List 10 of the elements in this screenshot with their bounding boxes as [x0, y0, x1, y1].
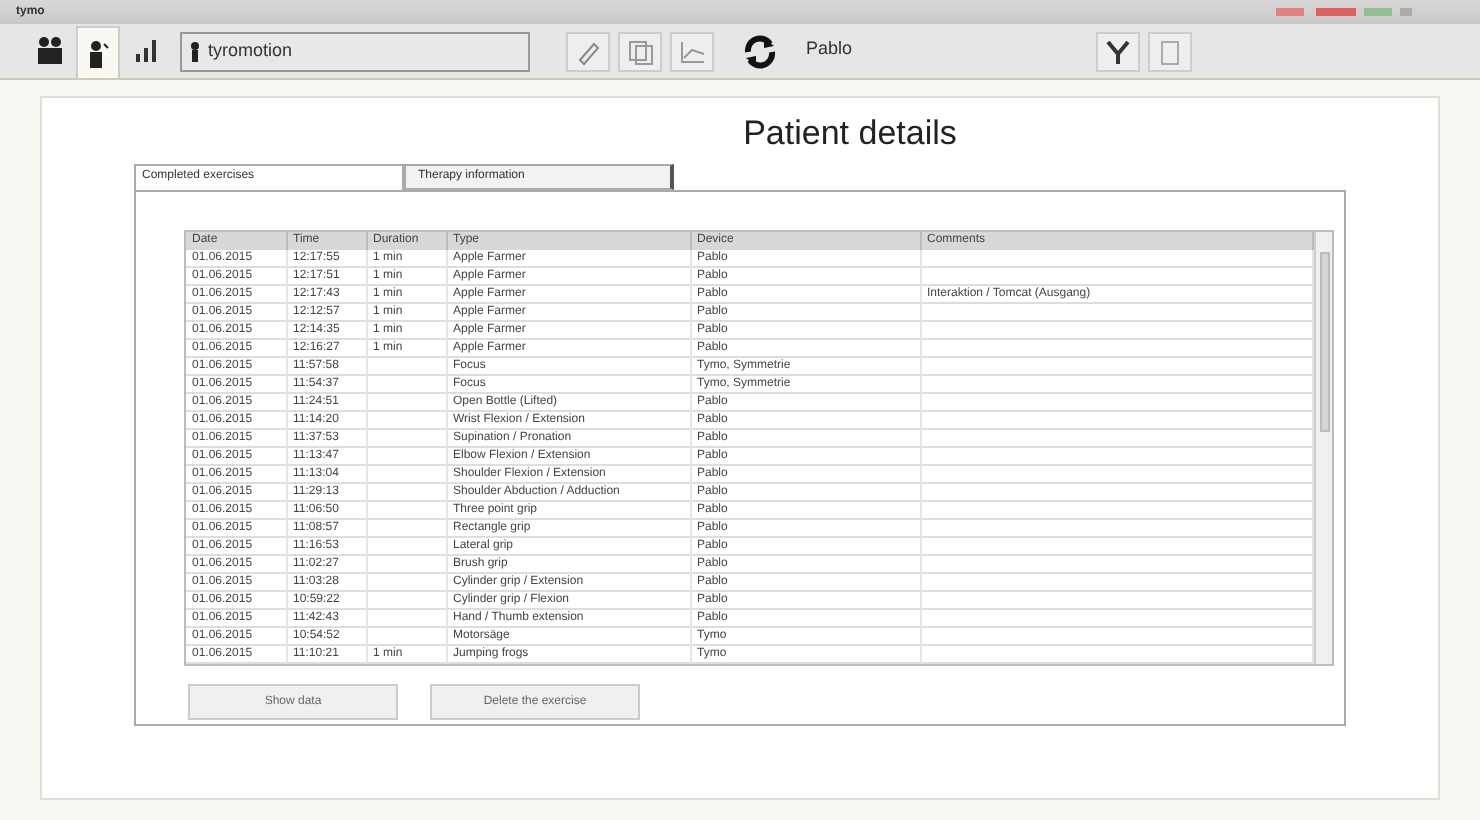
refresh-icon[interactable]	[742, 34, 778, 70]
page-title: Patient details	[743, 112, 957, 156]
person-icon	[190, 42, 200, 62]
patient-field[interactable]: tyromotion	[180, 32, 530, 72]
status-icons-drawing	[1276, 6, 1416, 18]
scrollbar[interactable]	[1314, 231, 1332, 664]
device-label: Pablo	[806, 35, 853, 61]
edit-icon[interactable]	[566, 32, 610, 72]
person-icon[interactable]	[76, 26, 120, 78]
tools-icon[interactable]	[1096, 32, 1140, 72]
